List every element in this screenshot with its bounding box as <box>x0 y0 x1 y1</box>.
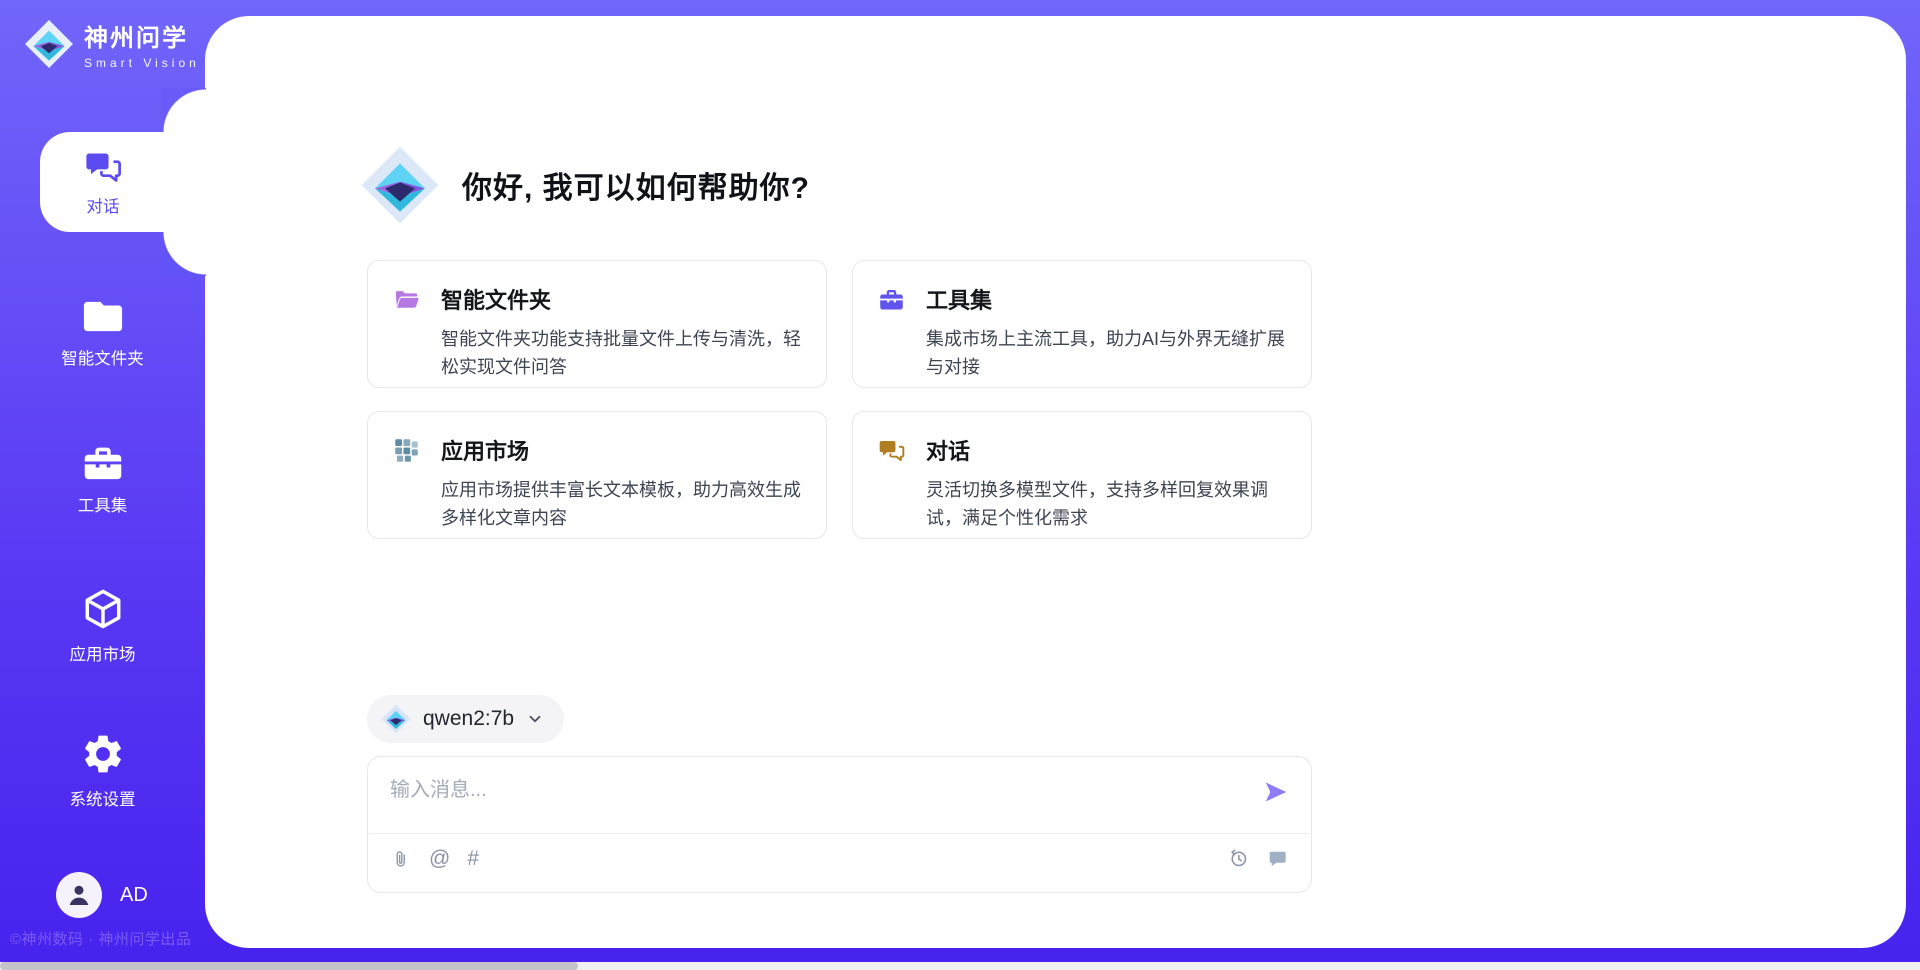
brand-subtitle: Smart Vision <box>84 56 200 70</box>
sidebar-item-label: 应用市场 <box>70 641 136 665</box>
hash-icon[interactable]: # <box>467 848 479 870</box>
sidebar-item-label: 智能文件夹 <box>61 345 144 369</box>
sidebar-item-toolset[interactable]: 工具集 <box>0 441 205 516</box>
user-profile[interactable]: AD <box>56 872 148 918</box>
card-title: 工具集 <box>926 283 1301 315</box>
tab-fillet-bottom <box>162 232 206 276</box>
sidebar-item-app-market[interactable]: 应用市场 <box>0 586 205 665</box>
chat-icon <box>84 148 122 186</box>
chat-icon <box>878 437 905 464</box>
feature-cards: 智能文件夹 智能文件夹功能支持批量文件上传与清洗，轻松实现文件问答 工具集 集成… <box>367 260 1312 539</box>
app-grid-icon <box>393 437 420 464</box>
chevron-down-icon <box>526 710 544 728</box>
model-selector[interactable]: qwen2:7b <box>367 695 564 743</box>
message-composer: @ # <box>367 756 1312 893</box>
model-name: qwen2:7b <box>423 707 514 731</box>
sidebar-item-label: 对话 <box>87 193 120 217</box>
greeting-title: 你好, 我可以如何帮助你? <box>462 163 810 207</box>
horizontal-scrollbar-thumb[interactable] <box>0 962 578 970</box>
folder-icon <box>81 296 125 336</box>
brand: 神州问学 Smart Vision <box>24 18 200 70</box>
sidebar-item-settings[interactable]: 系统设置 <box>0 731 205 810</box>
attach-button[interactable] <box>390 847 412 871</box>
card-description: 应用市场提供丰富长文本模板，助力高效生成多样化文章内容 <box>441 476 816 532</box>
brand-name: 神州问学 <box>84 18 200 53</box>
copyright: ©神州数码 · 神州问学出品 <box>10 928 191 949</box>
assistant-diamond-icon <box>360 145 440 225</box>
card-description: 智能文件夹功能支持批量文件上传与清洗，轻松实现文件问答 <box>441 325 816 381</box>
toolbox-icon <box>81 441 125 483</box>
composer-tools-right <box>1227 847 1289 870</box>
model-diamond-icon <box>381 704 411 734</box>
card-smart-folder[interactable]: 智能文件夹 智能文件夹功能支持批量文件上传与清洗，轻松实现文件问答 <box>367 260 827 388</box>
history-icon <box>1227 847 1250 870</box>
composer-divider <box>369 833 1310 834</box>
toolbox-icon <box>878 286 905 313</box>
card-toolset[interactable]: 工具集 集成市场上主流工具，助力AI与外界无缝扩展与对接 <box>852 260 1312 388</box>
avatar <box>56 872 102 918</box>
history-button[interactable] <box>1227 847 1250 870</box>
sidebar-item-smart-folder[interactable]: 智能文件夹 <box>0 296 205 369</box>
card-chat[interactable]: 对话 灵活切换多模型文件，支持多样回复效果调试，满足个性化需求 <box>852 411 1312 539</box>
app-window: 神州问学 Smart Vision 对话 智能文件夹 工具集 <box>0 0 1920 970</box>
person-icon <box>64 880 94 910</box>
brand-diamond-icon <box>24 19 74 69</box>
user-name: AD <box>120 884 148 907</box>
send-icon <box>1263 779 1289 805</box>
card-title: 应用市场 <box>441 434 816 466</box>
sidebar-item-label: 系统设置 <box>70 786 136 810</box>
card-description: 集成市场上主流工具，助力AI与外界无缝扩展与对接 <box>926 325 1301 381</box>
composer-tools-left: @ # <box>390 847 479 871</box>
folder-open-icon <box>393 286 420 313</box>
paperclip-icon <box>390 847 412 871</box>
gear-icon <box>80 731 126 777</box>
card-app-market[interactable]: 应用市场 应用市场提供丰富长文本模板，助力高效生成多样化文章内容 <box>367 411 827 539</box>
comment-button[interactable] <box>1266 847 1289 870</box>
card-description: 灵活切换多模型文件，支持多样回复效果调试，满足个性化需求 <box>926 476 1301 532</box>
card-title: 智能文件夹 <box>441 283 816 315</box>
greeting: 你好, 我可以如何帮助你? <box>360 145 810 225</box>
horizontal-scrollbar <box>0 962 1920 970</box>
sidebar-item-chat[interactable]: 对话 <box>40 132 206 232</box>
at-icon[interactable]: @ <box>429 848 450 870</box>
comment-icon <box>1266 847 1289 870</box>
cube-icon <box>80 586 126 632</box>
sidebar-item-label: 工具集 <box>78 492 128 516</box>
send-button[interactable] <box>1263 779 1289 805</box>
tab-fillet-top <box>162 88 206 132</box>
card-title: 对话 <box>926 434 1301 466</box>
message-input[interactable] <box>390 773 1240 825</box>
